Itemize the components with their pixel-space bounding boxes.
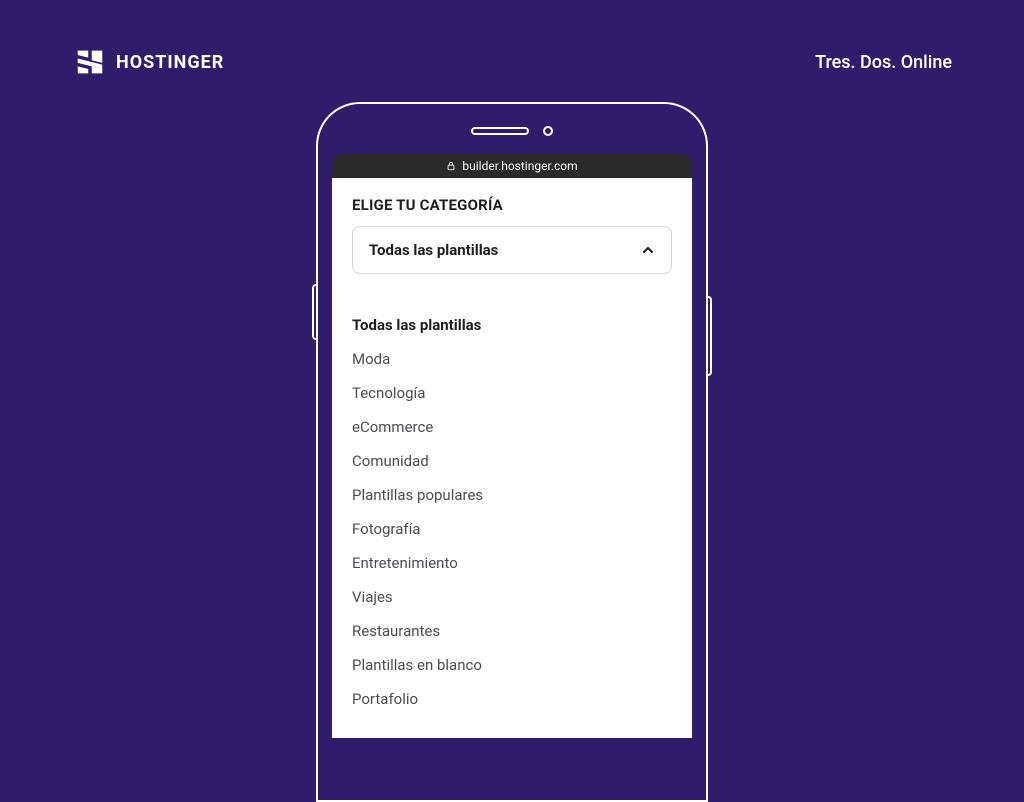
category-item-populares[interactable]: Plantillas populares <box>352 478 672 512</box>
category-heading: ELIGE TU CATEGORÍA <box>352 196 672 214</box>
category-item-restaurantes[interactable]: Restaurantes <box>352 614 672 648</box>
phone-camera <box>543 126 553 136</box>
category-item-fotografia[interactable]: Fotografía <box>352 512 672 546</box>
phone-frame: builder.hostinger.com ELIGE TU CATEGORÍA… <box>316 102 708 802</box>
category-item-viajes[interactable]: Viajes <box>352 580 672 614</box>
brand-logo[interactable]: HOSTINGER <box>76 48 224 76</box>
page-header: HOSTINGER Tres. Dos. Online <box>0 0 1024 76</box>
chevron-up-icon <box>641 243 655 257</box>
category-item-blanco[interactable]: Plantillas en blanco <box>352 648 672 682</box>
dropdown-selected-label: Todas las plantillas <box>369 241 498 259</box>
category-item-portafolio[interactable]: Portafolio <box>352 682 672 716</box>
phone-volume-button <box>312 284 316 340</box>
category-item-all-templates[interactable]: Todas las plantillas <box>352 308 672 342</box>
category-dropdown[interactable]: Todas las plantillas <box>352 226 672 274</box>
app-screen: ELIGE TU CATEGORÍA Todas las plantillas … <box>332 178 692 738</box>
brand-name: HOSTINGER <box>116 52 224 73</box>
hostinger-logo-icon <box>76 48 104 76</box>
category-item-comunidad[interactable]: Comunidad <box>352 444 672 478</box>
tagline-text: Tres. Dos. Online <box>815 52 952 73</box>
phone-notch <box>318 104 706 136</box>
category-item-entretenimiento[interactable]: Entretenimiento <box>352 546 672 580</box>
category-item-moda[interactable]: Moda <box>352 342 672 376</box>
lock-icon <box>446 161 456 171</box>
phone-speaker <box>471 127 529 135</box>
category-list: Todas las plantillas Moda Tecnología eCo… <box>352 308 672 716</box>
browser-url: builder.hostinger.com <box>462 159 577 173</box>
category-item-tecnologia[interactable]: Tecnología <box>352 376 672 410</box>
category-item-ecommerce[interactable]: eCommerce <box>352 410 672 444</box>
phone-power-button <box>708 296 712 376</box>
browser-address-bar[interactable]: builder.hostinger.com <box>332 154 692 178</box>
